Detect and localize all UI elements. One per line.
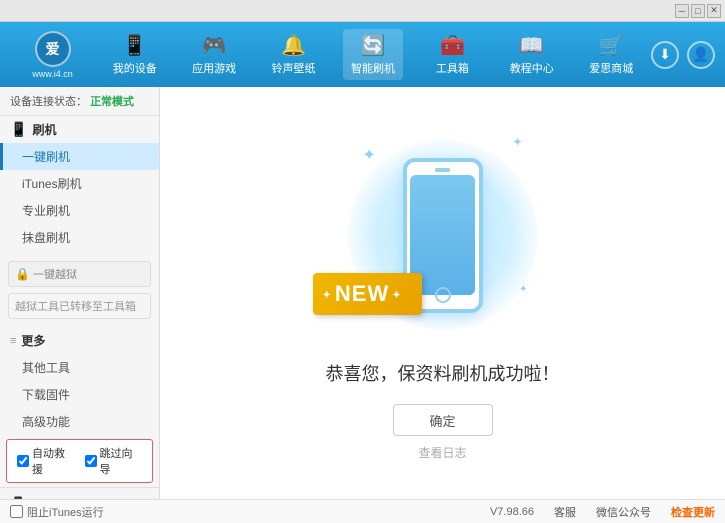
title-bar: ─ □ ✕ [0, 0, 725, 22]
phone-home-button [435, 287, 451, 303]
device-name-row: 📱 iPhone 12 mini [10, 496, 149, 499]
success-message: 恭喜您，保资料刷机成功啦！ [326, 360, 560, 386]
back-to-log-link[interactable]: 查看日志 [418, 444, 466, 461]
tutorials-label: 教程中心 [510, 60, 554, 76]
skip-wizard-label: 跳过向导 [100, 445, 143, 477]
nav-items: 📱 我的设备 🎮 应用游戏 🔔 铃声壁纸 🔄 智能刷机 🧰 工具箱 📖 教程中心… [95, 29, 651, 80]
check-update-button[interactable]: 检查更新 [671, 504, 715, 520]
bottom-left: 阻止iTunes运行 [10, 504, 104, 520]
flash-section-label: 刷机 [32, 121, 56, 138]
jailbreak-redirect-notice: 越狱工具已转移至工具箱 [8, 293, 151, 319]
nav-tutorials[interactable]: 📖 教程中心 [502, 29, 562, 80]
store-icon: 🛒 [599, 33, 624, 58]
apps-label: 应用游戏 [192, 60, 236, 76]
flash-section-header: 📱 刷机 [0, 116, 159, 143]
more-icon: ≡ [10, 335, 16, 347]
content-area: NEW ✦ ✦ ✦ 恭喜您，保资料刷机成功啦！ 确定 查看日志 [160, 87, 725, 499]
wechat-link[interactable]: 微信公众号 [596, 504, 651, 520]
sidebar-item-wipe-flash[interactable]: 抹盘刷机 [0, 224, 159, 251]
maximize-button[interactable]: □ [691, 4, 705, 18]
main-area: 设备连接状态： 正常模式 📱 刷机 一键刷机 iTunes刷机 专业刷机 抹盘刷… [0, 87, 725, 499]
checkbox-area: 自动救援 跳过向导 [6, 439, 153, 483]
version-label: V7.98.66 [490, 506, 534, 518]
device-name-text: iPhone 12 mini [30, 497, 122, 500]
nav-store[interactable]: 🛒 爱思商城 [581, 29, 641, 80]
flash-section-icon: 📱 [10, 121, 27, 138]
sparkle-icon-2: ✦ [512, 135, 522, 149]
nav-apps-games[interactable]: 🎮 应用游戏 [184, 29, 244, 80]
nav-right: ⬇ 👤 [651, 41, 715, 69]
sidebar-item-itunes-flash[interactable]: iTunes刷机 [0, 170, 159, 197]
sidebar-item-pro-flash[interactable]: 专业刷机 [0, 197, 159, 224]
sidebar-item-download-firmware[interactable]: 下载固件 [0, 381, 159, 408]
toolbox-icon: 🧰 [440, 33, 465, 58]
more-label: 更多 [21, 332, 45, 349]
sidebar-item-advanced[interactable]: 高级功能 [0, 408, 159, 435]
device-info: 📱 iPhone 12 mini 64GB Down-12mini-13,1 [0, 487, 159, 499]
ringtones-icon: 🔔 [281, 33, 306, 58]
skip-wizard-input[interactable] [85, 455, 97, 467]
bottom-right: V7.98.66 客服 微信公众号 检查更新 [490, 504, 715, 520]
jailbreak-label: 一键越狱 [33, 266, 77, 282]
phone-camera [435, 168, 450, 172]
skip-wizard-checkbox[interactable]: 跳过向导 [85, 445, 143, 477]
new-badge: NEW [313, 273, 422, 315]
logo-icon: 爱 [35, 31, 71, 67]
device-icon-small: 📱 [10, 496, 26, 499]
ringtones-label: 铃声壁纸 [272, 60, 316, 76]
tutorials-icon: 📖 [519, 33, 544, 58]
status-value: 正常模式 [90, 96, 134, 108]
status-bar: 设备连接状态： 正常模式 [0, 87, 159, 116]
auto-rescue-label: 自动救援 [32, 445, 75, 477]
lock-icon: 🔒 [15, 267, 30, 281]
more-section-header: ≡ 更多 [0, 327, 159, 354]
jailbreak-notice: 🔒 一键越狱 [8, 261, 151, 287]
auto-rescue-input[interactable] [17, 455, 29, 467]
device-label: 我的设备 [113, 60, 157, 76]
confirm-button[interactable]: 确定 [393, 404, 493, 436]
download-button[interactable]: ⬇ [651, 41, 679, 69]
sidebar: 设备连接状态： 正常模式 📱 刷机 一键刷机 iTunes刷机 专业刷机 抹盘刷… [0, 87, 160, 499]
window-controls: ─ □ ✕ [675, 4, 721, 18]
minimize-button[interactable]: ─ [675, 4, 689, 18]
top-nav: 爱 www.i4.cn 📱 我的设备 🎮 应用游戏 🔔 铃声壁纸 🔄 智能刷机 … [0, 22, 725, 87]
itunes-block-checkbox[interactable] [10, 505, 23, 518]
toolbox-label: 工具箱 [436, 60, 469, 76]
flash-icon: 🔄 [361, 33, 386, 58]
apps-icon: 🎮 [202, 33, 227, 58]
itunes-block-label: 阻止iTunes运行 [27, 504, 104, 520]
account-button[interactable]: 👤 [687, 41, 715, 69]
bottom-bar: 阻止iTunes运行 V7.98.66 客服 微信公众号 检查更新 [0, 499, 725, 523]
logo-area: 爱 www.i4.cn [10, 31, 95, 79]
nav-toolbox[interactable]: 🧰 工具箱 [422, 29, 482, 80]
sidebar-item-one-click-flash[interactable]: 一键刷机 [0, 143, 159, 170]
device-icon: 📱 [122, 33, 147, 58]
close-button[interactable]: ✕ [707, 4, 721, 18]
status-label: 设备连接状态： [10, 96, 87, 108]
sidebar-item-other-tools[interactable]: 其他工具 [0, 354, 159, 381]
customer-service-link[interactable]: 客服 [554, 504, 576, 520]
logo-url: www.i4.cn [32, 69, 73, 79]
sparkle-icon-1: ✦ [363, 145, 376, 165]
nav-smart-flash[interactable]: 🔄 智能刷机 [343, 29, 403, 80]
nav-ringtones[interactable]: 🔔 铃声壁纸 [264, 29, 324, 80]
phone-illustration: NEW ✦ ✦ ✦ [343, 125, 543, 345]
auto-rescue-checkbox[interactable]: 自动救援 [17, 445, 75, 477]
nav-my-device[interactable]: 📱 我的设备 [105, 29, 165, 80]
flash-label: 智能刷机 [351, 60, 395, 76]
sparkle-icon-3: ✦ [519, 284, 527, 295]
new-ribbon-text: NEW [313, 273, 422, 315]
store-label: 爱思商城 [589, 60, 633, 76]
